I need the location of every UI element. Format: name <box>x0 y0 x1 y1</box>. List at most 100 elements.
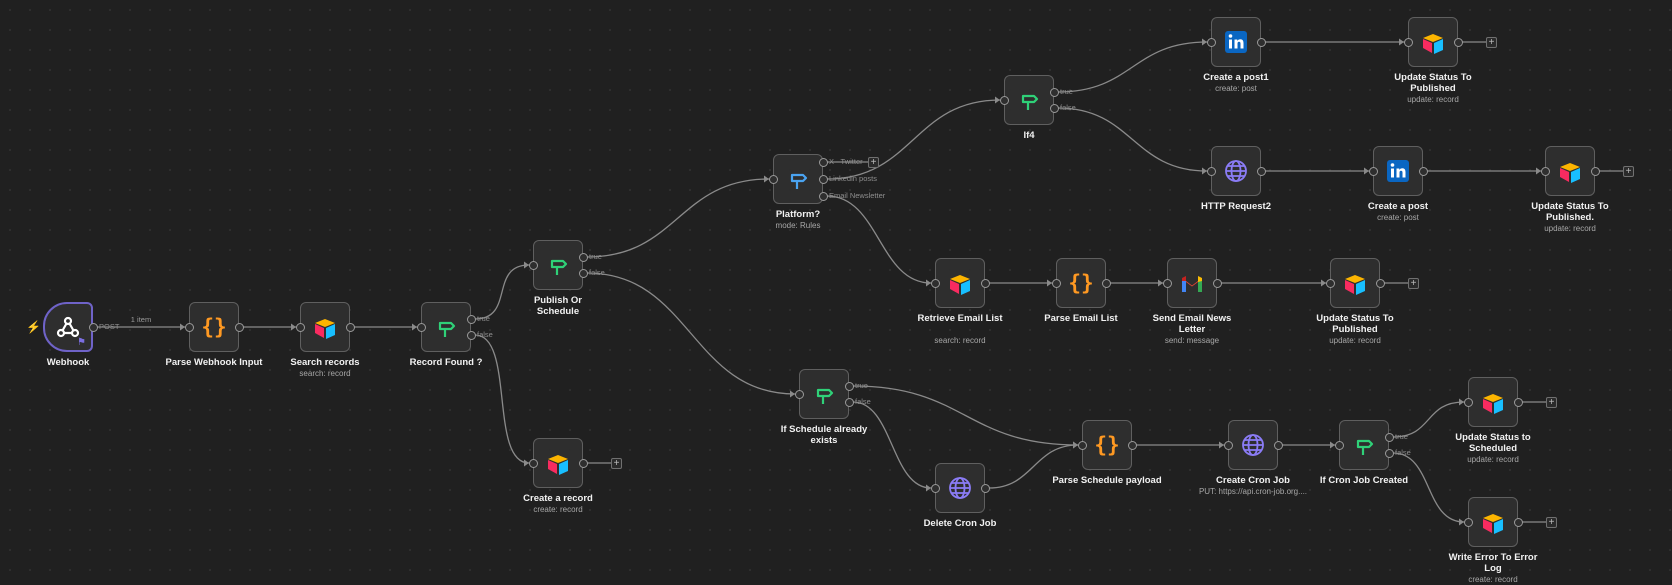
branch-label-1: false <box>477 330 493 339</box>
node-record-found[interactable] <box>421 302 471 352</box>
output-port[interactable] <box>1513 517 1523 527</box>
add-node-plus-update_scheduled[interactable]: + <box>1546 396 1557 408</box>
workflow-canvas[interactable]: 1 item POST + + + + + + + ⚡ ⚑ Webhook{} Parse Webh… <box>0 0 1672 585</box>
input-port[interactable] <box>416 322 426 332</box>
input-port[interactable] <box>1403 37 1413 47</box>
output-port[interactable] <box>578 458 588 468</box>
input-port[interactable] <box>1051 278 1061 288</box>
output-port[interactable] <box>818 174 828 184</box>
airtable-icon <box>1480 389 1506 415</box>
input-port[interactable] <box>999 95 1009 105</box>
output-port[interactable] <box>1384 432 1394 442</box>
node-create-post1[interactable] <box>1211 17 1261 67</box>
output-port[interactable] <box>844 397 854 407</box>
output-port[interactable] <box>1049 103 1059 113</box>
add-node-plus-create_record[interactable]: + <box>611 457 622 469</box>
node-send-newsletter[interactable] <box>1167 258 1217 308</box>
output-port[interactable] <box>1256 166 1266 176</box>
node-if-schedule[interactable] <box>799 369 849 419</box>
output-port[interactable] <box>844 381 854 391</box>
node-create-post[interactable] <box>1373 146 1423 196</box>
node-title: If Schedule already exists <box>780 424 868 446</box>
output-port[interactable] <box>578 268 588 278</box>
input-port[interactable] <box>528 260 538 270</box>
output-port[interactable] <box>818 191 828 201</box>
output-port[interactable] <box>1127 440 1137 450</box>
node-retrieve-email[interactable] <box>935 258 985 308</box>
node-update-scheduled[interactable] <box>1468 377 1518 427</box>
node-if-cron-created[interactable] <box>1339 420 1389 470</box>
input-port[interactable] <box>1206 37 1216 47</box>
output-port[interactable] <box>578 252 588 262</box>
input-port[interactable] <box>1368 166 1378 176</box>
node-update-published3[interactable] <box>1330 258 1380 308</box>
node-parse-webhook[interactable]: {} <box>189 302 239 352</box>
output-port[interactable] <box>1384 448 1394 458</box>
output-port[interactable] <box>1049 87 1059 97</box>
node-search-records[interactable] <box>300 302 350 352</box>
node-parse-email[interactable]: {} <box>1056 258 1106 308</box>
add-node-plus-update_published2[interactable]: + <box>1623 165 1634 177</box>
add-node-plus-write_error[interactable]: + <box>1546 516 1557 528</box>
node-publish-or-schedule[interactable] <box>533 240 583 290</box>
node-create-record[interactable] <box>533 438 583 488</box>
add-node-plus-update_published3[interactable]: + <box>1408 277 1419 289</box>
output-port[interactable] <box>466 330 476 340</box>
add-node-plus-update_published1[interactable]: + <box>1486 36 1497 48</box>
output-port[interactable] <box>345 322 355 332</box>
input-port[interactable] <box>184 322 194 332</box>
output-port[interactable] <box>88 322 98 332</box>
output-port[interactable] <box>1212 278 1222 288</box>
input-port[interactable] <box>1077 440 1087 450</box>
branch-label-0: true <box>1395 432 1408 441</box>
output-port[interactable] <box>234 322 244 332</box>
input-port[interactable] <box>1334 440 1344 450</box>
input-port[interactable] <box>1463 517 1473 527</box>
input-port[interactable] <box>1325 278 1335 288</box>
input-port[interactable] <box>930 278 940 288</box>
add-node-plus-platform[interactable]: + <box>868 156 879 168</box>
node-parse-schedule[interactable]: {} <box>1082 420 1132 470</box>
output-port[interactable] <box>1256 37 1266 47</box>
input-port[interactable] <box>1463 397 1473 407</box>
input-port[interactable] <box>794 389 804 399</box>
node-http-request2[interactable] <box>1211 146 1261 196</box>
node-title: Retrieve Email List <box>917 313 1003 324</box>
output-port[interactable] <box>1590 166 1600 176</box>
node-update-published2[interactable] <box>1545 146 1595 196</box>
node-write-error[interactable] <box>1468 497 1518 547</box>
branch-label-1: false <box>1060 103 1076 112</box>
node-title: Update Status To Published <box>1316 313 1394 335</box>
connection-if_schedule-to-parse_schedule[interactable] <box>852 385 1079 446</box>
node-title: HTTP Request2 <box>1200 201 1272 212</box>
node-subtitle: search: record <box>299 369 351 378</box>
output-port[interactable] <box>466 314 476 324</box>
input-port[interactable] <box>1540 166 1550 176</box>
node-if4[interactable] <box>1004 75 1054 125</box>
connection-item-count: 1 item <box>131 315 151 324</box>
node-subtitle: send: message <box>1164 336 1220 345</box>
output-port[interactable] <box>980 278 990 288</box>
output-port[interactable] <box>1101 278 1111 288</box>
output-port[interactable] <box>1273 440 1283 450</box>
node-create-cron[interactable] <box>1228 420 1278 470</box>
input-port[interactable] <box>930 483 940 493</box>
output-port[interactable] <box>980 483 990 493</box>
input-port[interactable] <box>1206 166 1216 176</box>
input-port[interactable] <box>1223 440 1233 450</box>
output-port[interactable] <box>818 157 828 167</box>
input-port[interactable] <box>528 458 538 468</box>
node-delete-cron[interactable] <box>935 463 985 513</box>
output-port[interactable] <box>1418 166 1428 176</box>
output-port[interactable] <box>1453 37 1463 47</box>
branch-label-1: false <box>589 268 605 277</box>
node-update-published1[interactable] <box>1408 17 1458 67</box>
output-port[interactable] <box>1513 397 1523 407</box>
connection-record_found-to-create_record[interactable] <box>474 334 530 464</box>
output-port[interactable] <box>1375 278 1385 288</box>
connection-publish_or_schedule-to-if_schedule[interactable] <box>586 272 796 395</box>
node-platform[interactable] <box>773 154 823 204</box>
input-port[interactable] <box>768 174 778 184</box>
input-port[interactable] <box>295 322 305 332</box>
input-port[interactable] <box>1162 278 1172 288</box>
